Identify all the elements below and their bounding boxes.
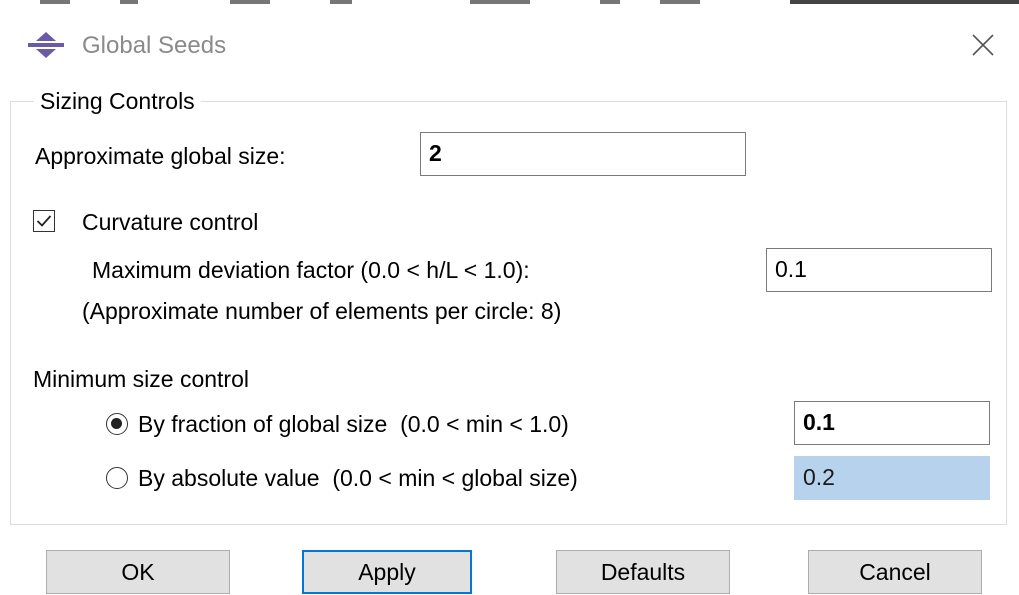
sizing-controls-title: Sizing Controls xyxy=(34,88,201,115)
deviation-factor-label: Maximum deviation factor (0.0 < h/L < 1.… xyxy=(92,257,530,283)
ok-button[interactable]: OK xyxy=(46,550,230,594)
fraction-radio[interactable] xyxy=(106,413,128,435)
check-icon xyxy=(36,215,52,227)
radio-selected-dot xyxy=(111,418,122,429)
minimum-size-control-label: Minimum size control xyxy=(33,366,249,392)
background-window-strip xyxy=(0,0,1019,8)
global-size-label: Approximate global size: xyxy=(35,143,286,169)
close-icon[interactable] xyxy=(966,28,1000,62)
window-title: Global Seeds xyxy=(82,32,227,59)
absolute-value-input[interactable]: 0.2 xyxy=(794,456,990,500)
absolute-radio[interactable] xyxy=(106,467,128,489)
elements-per-circle-note: (Approximate number of elements per circ… xyxy=(82,298,562,324)
deviation-factor-input[interactable]: 0.1 xyxy=(766,248,992,292)
curvature-control-label: Curvature control xyxy=(82,209,259,235)
fraction-option-label: By fraction of global size (0.0 < min < … xyxy=(138,411,569,437)
curvature-control-checkbox[interactable] xyxy=(33,210,55,232)
defaults-button[interactable]: Defaults xyxy=(556,550,730,594)
apply-button[interactable]: Apply xyxy=(302,550,472,594)
absolute-option-label: By absolute value (0.0 < min < global si… xyxy=(138,465,578,491)
cancel-button[interactable]: Cancel xyxy=(808,550,982,594)
abaqus-seed-icon xyxy=(28,32,64,58)
global-size-input[interactable]: 2 xyxy=(420,132,746,176)
title-bar: Global Seeds xyxy=(0,8,1019,80)
fraction-value-input[interactable]: 0.1 xyxy=(794,401,990,445)
